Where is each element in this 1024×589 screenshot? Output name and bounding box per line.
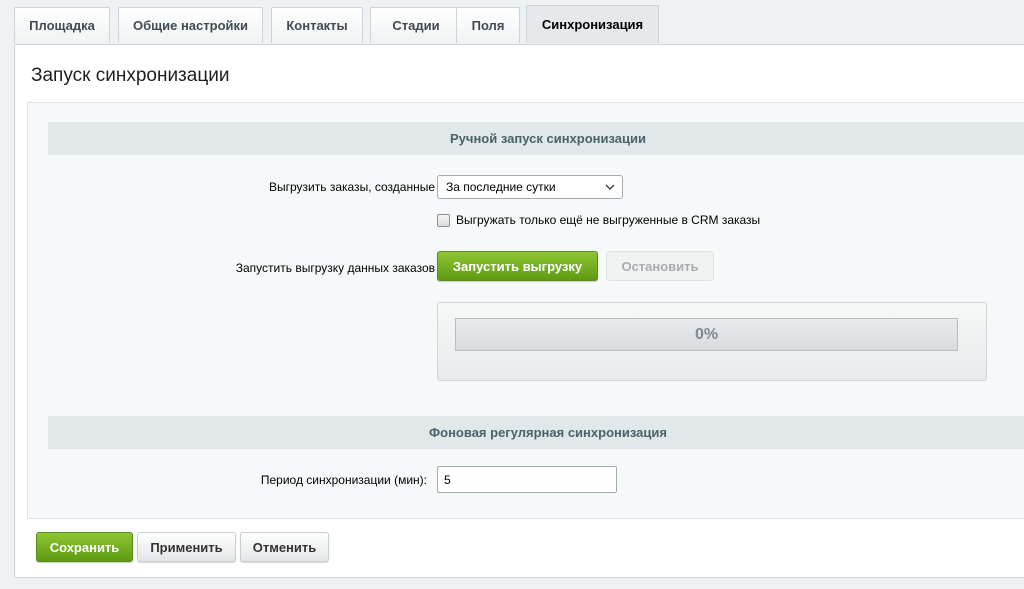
background-sync-header: Фоновая регулярная синхронизация <box>48 416 1024 449</box>
orders-period-label: Выгрузить заказы, созданные <box>269 180 435 194</box>
tab-label: Синхронизация <box>541 17 644 32</box>
tab-site[interactable]: Площадка <box>14 7 110 43</box>
manual-sync-header: Ручной запуск синхронизации <box>48 122 1024 155</box>
settings-form: Ручной запуск синхронизации Выгрузить за… <box>27 102 1024 519</box>
tab-label: Стадии <box>392 18 440 33</box>
tab-fields[interactable]: Поля <box>456 7 520 43</box>
orders-period-select[interactable]: За последние сутки <box>437 175 623 199</box>
stop-export-button[interactable]: Остановить <box>606 251 714 281</box>
only-new-orders-label: Выгружать только ещё не выгруженные в CR… <box>456 213 761 227</box>
orders-period-value: За последние сутки <box>446 180 556 194</box>
tab-label: Общие настройки <box>133 18 248 33</box>
page-title: Запуск синхронизации <box>31 65 230 86</box>
progress-container: 0% <box>437 302 987 381</box>
chevron-down-icon <box>598 184 622 190</box>
sync-period-label: Период синхронизации (мин): <box>260 473 427 487</box>
tab-label: Контакты <box>286 18 348 33</box>
tab-contacts[interactable]: Контакты <box>271 7 363 43</box>
start-export-button[interactable]: Запустить выгрузку <box>437 251 598 281</box>
tab-label: Поля <box>471 18 505 33</box>
run-export-label: Запустить выгрузку данных заказов <box>235 261 435 275</box>
progress-percent: 0% <box>694 325 719 343</box>
tab-stages[interactable]: Стадии <box>370 7 462 43</box>
sync-period-input[interactable] <box>437 466 617 493</box>
apply-button[interactable]: Применить <box>137 532 236 562</box>
save-button[interactable]: Сохранить <box>36 532 133 562</box>
cancel-button[interactable]: Отменить <box>240 532 329 562</box>
only-new-orders-option[interactable]: Выгружать только ещё не выгруженные в CR… <box>437 213 760 227</box>
progress-bar: 0% <box>455 318 958 351</box>
only-new-orders-checkbox[interactable] <box>437 213 450 227</box>
tab-sync[interactable]: Синхронизация <box>526 5 659 43</box>
tab-general-settings[interactable]: Общие настройки <box>118 7 263 43</box>
tab-label: Площадка <box>29 18 95 33</box>
tab-content-panel: Запуск синхронизации Ручной запуск синхр… <box>14 44 1024 578</box>
